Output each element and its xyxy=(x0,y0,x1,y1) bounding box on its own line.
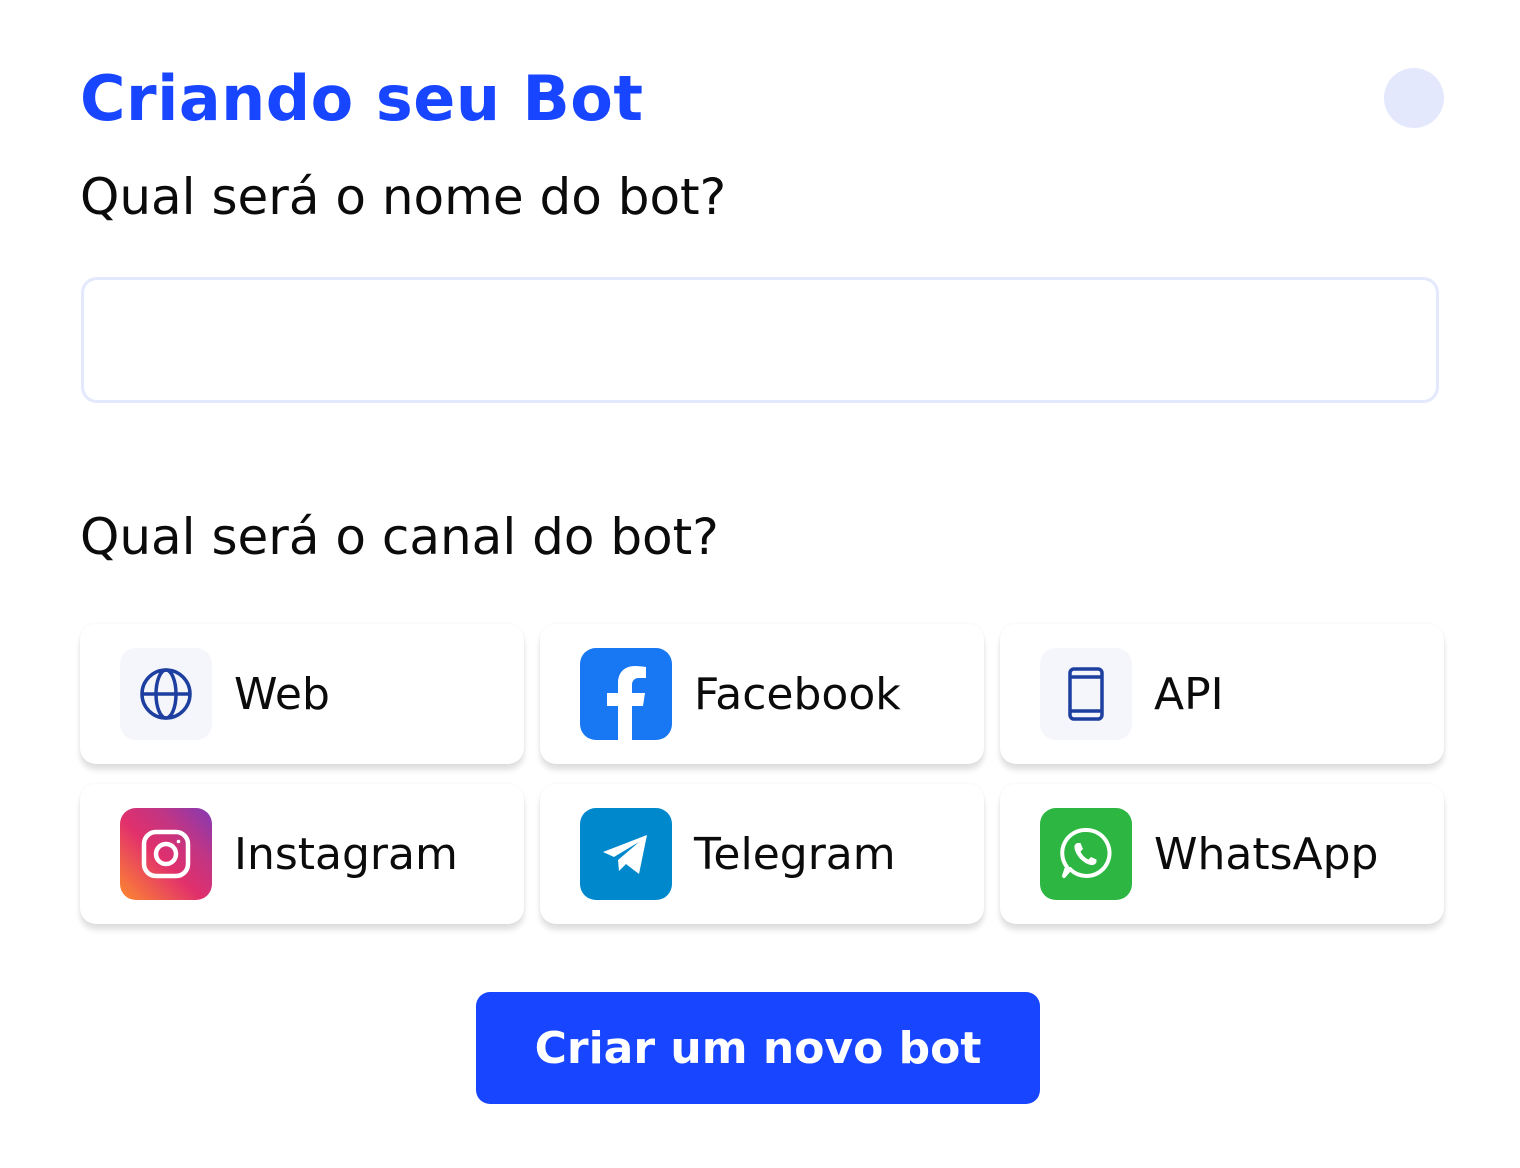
telegram-icon xyxy=(580,808,672,900)
whatsapp-icon xyxy=(1040,808,1132,900)
channel-grid: Web Facebook API Instagram Telegram What… xyxy=(80,624,1444,924)
bot-name-question: Qual será o nome do bot? xyxy=(80,168,727,226)
facebook-icon xyxy=(580,648,672,740)
instagram-icon xyxy=(120,808,212,900)
channel-label-web: Web xyxy=(234,668,330,720)
channel-card-instagram[interactable]: Instagram xyxy=(80,784,524,924)
channel-label-instagram: Instagram xyxy=(234,828,458,880)
bot-name-input[interactable] xyxy=(81,277,1439,403)
channel-label-api: API xyxy=(1154,668,1224,720)
page-title: Criando seu Bot xyxy=(80,62,644,135)
channel-card-whatsapp[interactable]: WhatsApp xyxy=(1000,784,1444,924)
globe-icon xyxy=(120,648,212,740)
channel-label-facebook: Facebook xyxy=(694,668,901,720)
channel-label-whatsapp: WhatsApp xyxy=(1154,828,1379,880)
channel-card-telegram[interactable]: Telegram xyxy=(540,784,984,924)
channel-card-facebook[interactable]: Facebook xyxy=(540,624,984,764)
channel-label-telegram: Telegram xyxy=(694,828,896,880)
channel-card-api[interactable]: API xyxy=(1000,624,1444,764)
bot-channel-question: Qual será o canal do bot? xyxy=(80,508,719,566)
channel-card-web[interactable]: Web xyxy=(80,624,524,764)
create-bot-button[interactable]: Criar um novo bot xyxy=(476,992,1040,1104)
close-button[interactable] xyxy=(1384,68,1444,128)
mobile-device-icon xyxy=(1040,648,1132,740)
